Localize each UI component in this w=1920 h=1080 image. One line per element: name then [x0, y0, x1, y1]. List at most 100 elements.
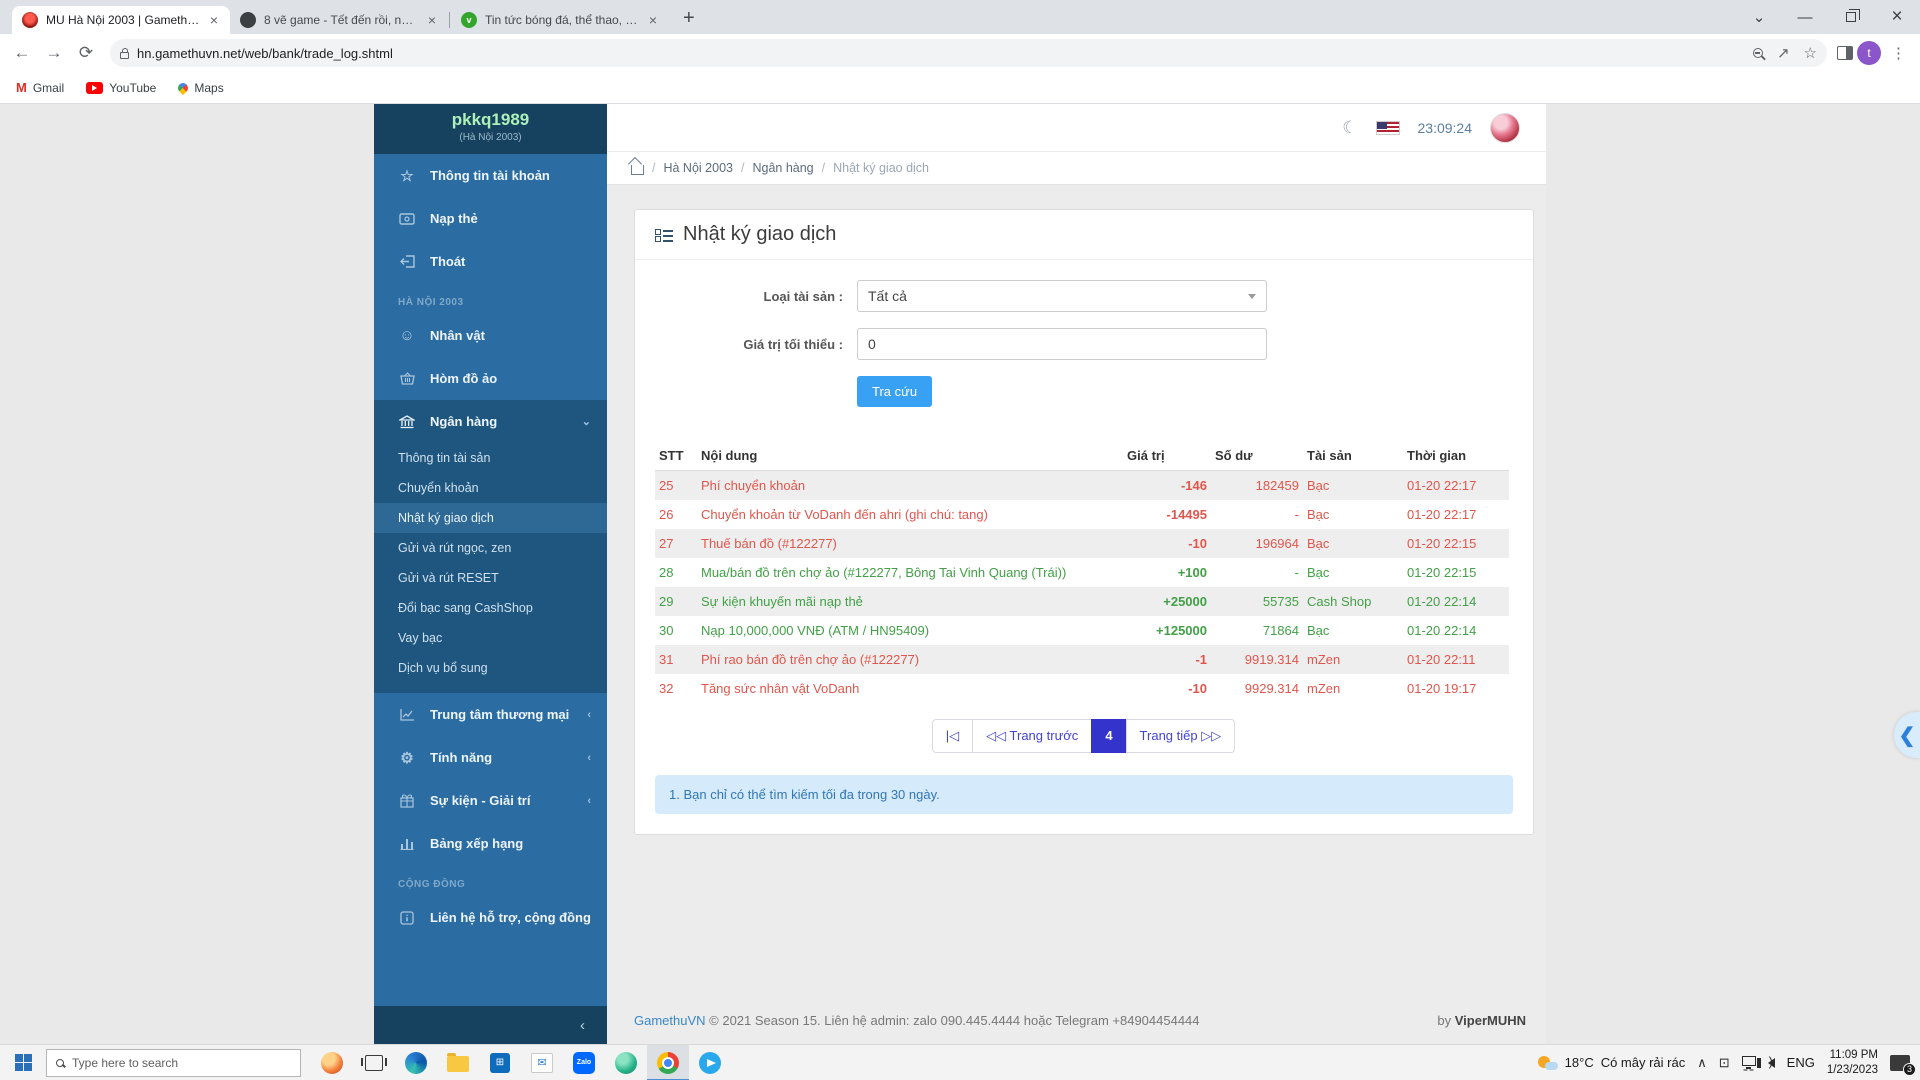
- sidebar-subitem-trade-log[interactable]: Nhật ký giao dịch: [374, 503, 607, 533]
- notification-center-icon[interactable]: 3: [1890, 1055, 1910, 1071]
- mail-icon[interactable]: ✉: [521, 1045, 563, 1080]
- sidebar-item-account-info[interactable]: ☆ Thông tin tài khoản: [374, 154, 607, 197]
- sidebar-subitem-extra-services[interactable]: Dịch vụ bổ sung: [374, 653, 607, 683]
- tray-chevron-up-icon[interactable]: ∧: [1697, 1055, 1707, 1071]
- top-header: ☾ 23:09:24: [607, 104, 1546, 152]
- browser-menu-icon[interactable]: ⋮: [1885, 44, 1912, 62]
- window-close-button[interactable]: ×: [1874, 0, 1920, 34]
- url-text[interactable]: hn.gamethuvn.net/web/bank/trade_log.shtm…: [137, 46, 1745, 61]
- footer-brand-link[interactable]: GamethuVN: [634, 1013, 706, 1028]
- window-minimize-button[interactable]: —: [1782, 0, 1828, 34]
- restore-icon: [1846, 12, 1856, 22]
- chrome-icon[interactable]: [647, 1045, 689, 1080]
- sidebar-subitem-transfer[interactable]: Chuyển khoản: [374, 473, 607, 503]
- table-header-row: STT Nội dung Giá trị Số dư Tài sản Thời …: [655, 441, 1509, 471]
- tab-strip: MU Hà Nội 2003 | GamethuVN.ne × 8 vẽ gam…: [0, 0, 1736, 34]
- sidebar-subitem-asset-info[interactable]: Thông tin tài sản: [374, 443, 607, 473]
- file-explorer-icon[interactable]: [437, 1045, 479, 1080]
- bookmark-star-icon[interactable]: ☆: [1804, 44, 1817, 62]
- cell-asset: Bạc: [1303, 500, 1403, 529]
- sidebar-item-label: Thoát: [430, 254, 465, 269]
- cell-time: 01-20 22:17: [1403, 471, 1509, 501]
- clock[interactable]: 11:09 PM 1/23/2023: [1827, 1048, 1878, 1077]
- meet-now-icon[interactable]: ⊡: [1719, 1055, 1730, 1071]
- tab-game-news[interactable]: 8 vẽ game - Tết đến rồi, nạp thẻ ×: [230, 6, 448, 34]
- trade-log-panel: Nhật ký giao dịch Loại tài sản : Tất cả …: [634, 209, 1534, 835]
- search-button[interactable]: Tra cứu: [857, 376, 932, 407]
- bookmark-maps[interactable]: Maps: [178, 81, 223, 95]
- breadcrumb-separator: /: [741, 161, 744, 175]
- network-icon[interactable]: [1742, 1056, 1756, 1066]
- profile-avatar[interactable]: t: [1857, 41, 1881, 65]
- sidebar-subitem-reset[interactable]: Gửi và rút RESET: [374, 563, 607, 593]
- green-app-icon[interactable]: [605, 1045, 647, 1080]
- microsoft-store-icon[interactable]: ⊞: [479, 1045, 521, 1080]
- tab-mu-hanoi[interactable]: MU Hà Nội 2003 | GamethuVN.ne ×: [12, 6, 230, 34]
- window-restore-button[interactable]: [1828, 0, 1874, 34]
- address-bar[interactable]: hn.gamethuvn.net/web/bank/trade_log.shtm…: [110, 39, 1827, 67]
- volume-icon[interactable]: [1768, 1058, 1775, 1068]
- page-title: Nhật ký giao dịch: [683, 223, 836, 246]
- breadcrumb-server[interactable]: Hà Nội 2003: [663, 161, 733, 175]
- edge-icon[interactable]: [395, 1045, 437, 1080]
- sidebar-collapse-button[interactable]: ‹: [374, 1006, 607, 1044]
- sidebar-item-virtual-chest[interactable]: Hòm đồ ảo: [374, 357, 607, 400]
- taskbar-search[interactable]: Type here to search: [46, 1049, 301, 1077]
- taskbar-pinned-apps: ⊞ ✉ Zalo: [311, 1045, 731, 1080]
- telegram-icon[interactable]: [689, 1045, 731, 1080]
- home-icon[interactable]: [631, 165, 644, 175]
- weather-widget[interactable]: 18°C Có mây rải rác: [1538, 1055, 1686, 1070]
- dark-mode-moon-icon[interactable]: ☾: [1342, 118, 1357, 138]
- user-avatar[interactable]: [1490, 113, 1520, 143]
- share-icon[interactable]: ↗: [1777, 44, 1790, 62]
- sidebar-item-events[interactable]: Sự kiện - Giải trí ‹: [374, 779, 607, 822]
- sidebar-subitem-gem-zen[interactable]: Gửi và rút ngọc, zen: [374, 533, 607, 563]
- sidebar-item-features[interactable]: ⚙ Tính năng ‹: [374, 736, 607, 779]
- pagination-first-button[interactable]: |◁: [932, 719, 973, 753]
- main-content: ☾ 23:09:24 / Hà Nội 2003 / Ngân hàng / N…: [607, 104, 1546, 1044]
- sidebar-item-character[interactable]: ☺ Nhân vật: [374, 314, 607, 357]
- list-icon: [655, 228, 673, 242]
- pagination-prev-button[interactable]: ◁◁ Trang trước: [972, 719, 1092, 753]
- bookmark-gmail[interactable]: M Gmail: [16, 80, 64, 95]
- side-panel-icon[interactable]: [1837, 46, 1853, 60]
- pagination-next-button[interactable]: Trang tiếp ▷▷: [1126, 719, 1236, 753]
- windows-logo-icon: [15, 1054, 32, 1071]
- tab-close-icon[interactable]: ×: [208, 12, 220, 28]
- forward-button[interactable]: →: [40, 39, 68, 67]
- sidebar-item-contact-support[interactable]: Liên hệ hỗ trợ, cộng đồng: [374, 896, 607, 939]
- asset-type-select[interactable]: Tất cả: [857, 280, 1267, 312]
- sidebar-item-trade-center[interactable]: Trung tâm thương mại ‹: [374, 693, 607, 736]
- tab-close-icon[interactable]: ×: [647, 12, 659, 28]
- zalo-icon[interactable]: Zalo: [563, 1045, 605, 1080]
- sidebar-item-logout[interactable]: Thoát: [374, 240, 607, 283]
- sidebar-item-label: Nhân vật: [430, 328, 485, 343]
- sidebar-item-topup[interactable]: Nạp thẻ: [374, 197, 607, 240]
- info-icon: [398, 911, 416, 925]
- cell-time: 01-20 22:15: [1403, 529, 1509, 558]
- bookmark-youtube[interactable]: YouTube: [86, 81, 156, 95]
- min-value-input[interactable]: [857, 328, 1267, 360]
- col-header-stt: STT: [655, 441, 697, 471]
- tab-sports-news[interactable]: v Tin tức bóng đá, thể thao, giải trí ×: [451, 6, 669, 34]
- us-flag-icon[interactable]: [1376, 121, 1400, 135]
- language-indicator[interactable]: ENG: [1787, 1055, 1815, 1070]
- cell-content: Phí chuyển khoản: [697, 471, 1123, 501]
- back-button[interactable]: ←: [8, 39, 36, 67]
- start-button[interactable]: [0, 1045, 46, 1080]
- task-view-icon[interactable]: [353, 1045, 395, 1080]
- reload-button[interactable]: ⟳: [72, 39, 100, 67]
- sidebar-subitem-cashshop[interactable]: Đổi bạc sang CashShop: [374, 593, 607, 623]
- new-tab-button[interactable]: +: [677, 7, 701, 30]
- search-form: Loại tài sản : Tất cả Giá trị tối thiểu …: [635, 260, 1533, 427]
- tab-search-chevron-icon[interactable]: ⌄: [1736, 0, 1782, 34]
- sidebar-item-bank[interactable]: Ngân hàng ⌄: [374, 400, 607, 443]
- chevron-left-icon: ‹: [580, 1017, 585, 1034]
- zoom-icon[interactable]: [1753, 48, 1763, 58]
- sidebar-subitem-loan[interactable]: Vay bạc: [374, 623, 607, 653]
- tab-close-icon[interactable]: ×: [426, 12, 438, 28]
- breadcrumb-bank[interactable]: Ngân hàng: [752, 161, 813, 175]
- food-app-icon[interactable]: [311, 1045, 353, 1080]
- sidebar-item-ranking[interactable]: Bảng xếp hạng: [374, 822, 607, 865]
- logout-icon: [398, 255, 416, 268]
